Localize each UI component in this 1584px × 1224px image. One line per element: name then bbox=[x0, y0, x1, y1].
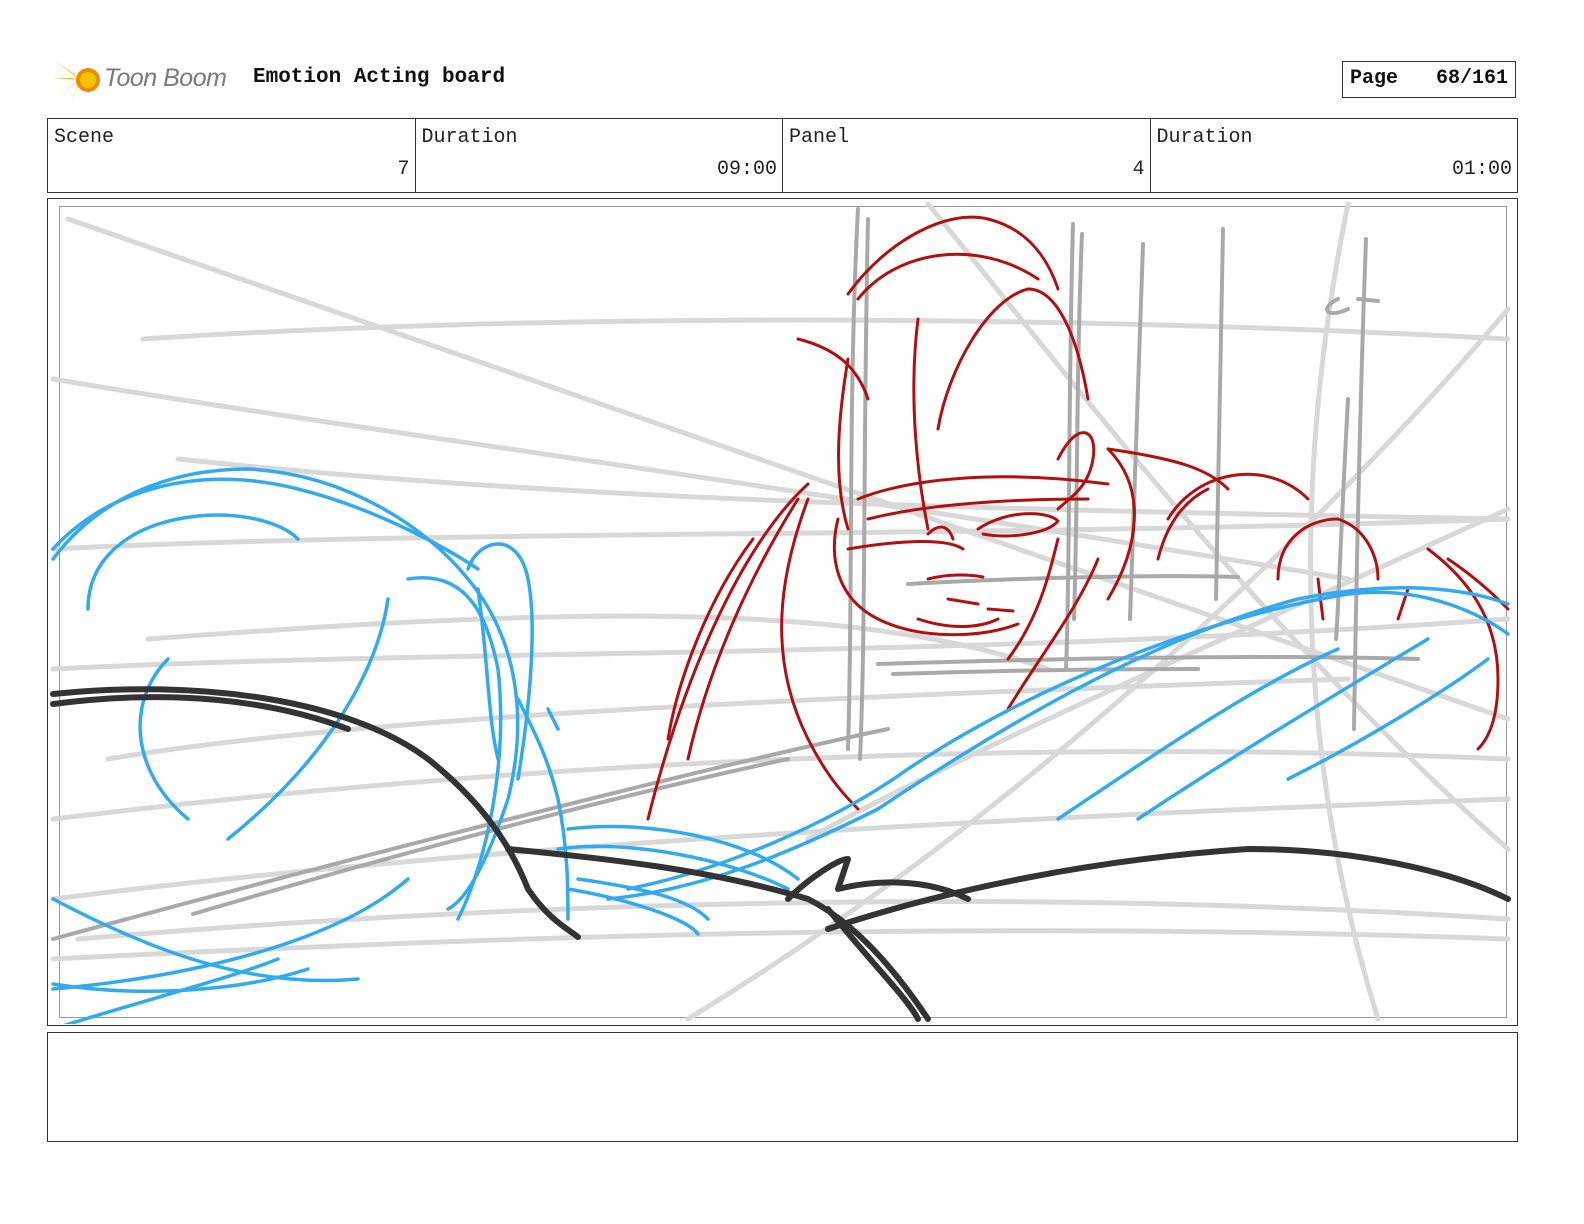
panel-label: Panel bbox=[789, 126, 850, 149]
toon-boom-logo: Toon Boom bbox=[50, 54, 240, 106]
sketch-construction-lines bbox=[50, 201, 1511, 1022]
scene-duration-cell: Duration 09:00 bbox=[416, 119, 783, 192]
scene-duration-label: Duration bbox=[421, 126, 518, 149]
storyboard-sketch bbox=[50, 201, 1511, 1024]
panel-duration-cell: Duration 01:00 bbox=[1151, 119, 1518, 192]
page-number: 68/161 bbox=[1435, 67, 1508, 90]
sketch-figure bbox=[51, 467, 1510, 1024]
panel-notes-box[interactable] bbox=[47, 1032, 1518, 1142]
panel-value: 4 bbox=[1132, 158, 1145, 181]
scene-cell: Scene 7 bbox=[48, 119, 416, 192]
starburst-icon bbox=[52, 56, 100, 104]
scene-label: Scene bbox=[54, 126, 115, 149]
panel-duration-label: Duration bbox=[1156, 126, 1253, 149]
logo-text: Toon Boom bbox=[104, 64, 227, 92]
scene-duration-value: 09:00 bbox=[716, 158, 777, 181]
board-title: Emotion Acting board bbox=[253, 66, 506, 89]
page-label: Page bbox=[1350, 67, 1399, 90]
panel-frame bbox=[47, 198, 1518, 1026]
panel-cell: Panel 4 bbox=[783, 119, 1151, 192]
page-indicator: Page 68/161 bbox=[1342, 61, 1516, 98]
panel-duration-value: 01:00 bbox=[1451, 158, 1512, 181]
panel-info-row: Scene 7 Duration 09:00 Panel 4 Duration … bbox=[47, 118, 1518, 193]
scene-value: 7 bbox=[397, 158, 410, 181]
